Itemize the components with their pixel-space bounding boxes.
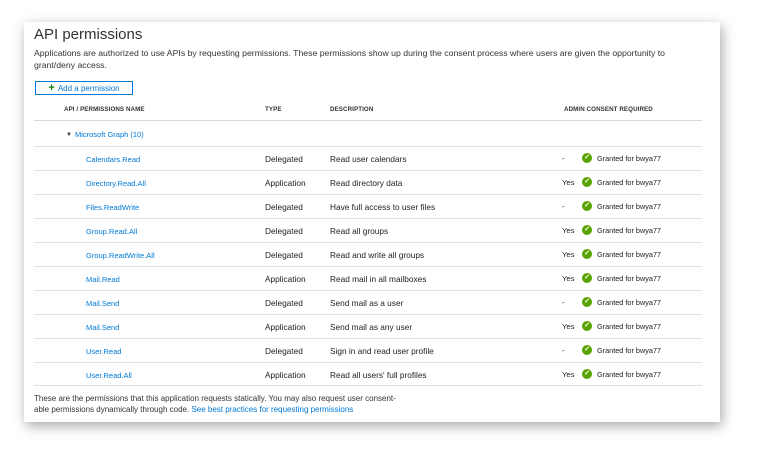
check-circle-icon: ✓ [582, 369, 592, 379]
table-row: Calendars.Read Delegated Read user calenda… [34, 146, 702, 170]
header-type: TYPE [265, 106, 282, 113]
permission-type: Delegated [265, 226, 303, 236]
permission-type: Application [265, 274, 306, 284]
admin-consent-required: Yes [562, 370, 575, 379]
admin-consent-required: Yes [562, 178, 575, 187]
permission-description: Sign in and read user profile [330, 346, 434, 356]
permission-name-link[interactable]: Calendars.Read [86, 155, 140, 164]
permission-description: Send mail as any user [330, 322, 413, 332]
footer-note: These are the permissions that this appl… [34, 393, 454, 415]
permission-description: Read directory data [330, 178, 403, 188]
permission-name-link[interactable]: Group.ReadWrite.All [86, 251, 155, 260]
table-row: Directory.Read.All Application Read direct… [34, 170, 702, 194]
footer-text-line2: able permissions dynamically through cod… [34, 405, 190, 414]
group-microsoft-graph[interactable]: ▼ Microsoft Graph (10) [66, 130, 144, 139]
status-text: Granted for bwya77 [597, 201, 662, 211]
table-row: Files.ReadWrite Delegated Have full access… [34, 194, 702, 218]
permission-description: Read mail in all mailboxes [330, 274, 427, 284]
header-divider [34, 120, 702, 121]
best-practices-link[interactable]: See best practices for requesting permis… [191, 405, 353, 414]
consent-status: ✓ Granted for bwya77 [582, 369, 661, 379]
admin-consent-required: Yes [562, 322, 575, 331]
admin-consent-required: - [562, 346, 565, 355]
permission-name-link[interactable]: Directory.Read.All [86, 179, 146, 188]
permission-type: Delegated [265, 154, 303, 164]
header-name: API / PERMISSIONS NAME [64, 106, 145, 113]
consent-status: ✓ Granted for bwya77 [582, 321, 661, 331]
status-text: Granted for bwya77 [597, 345, 662, 355]
header-admin-consent: ADMIN CONSENT REQUIRED [564, 106, 653, 113]
status-text: Granted for bwya77 [597, 273, 662, 283]
admin-consent-required: - [562, 154, 565, 163]
consent-status: ✓ Granted for bwya77 [582, 273, 661, 283]
plus-icon: + [48, 82, 55, 94]
permission-name-link[interactable]: Files.ReadWrite [86, 203, 139, 212]
intro-text: Applications are authorized to use APIs … [34, 48, 665, 70]
table-row: Group.Read.All Delegated Read all groups Ye… [34, 218, 702, 242]
consent-status: ✓ Granted for bwya77 [582, 345, 661, 355]
admin-consent-required: - [562, 298, 565, 307]
header-description: DESCRIPTION [330, 106, 374, 113]
permission-type: Delegated [265, 250, 303, 260]
status-text: Granted for bwya77 [597, 177, 662, 187]
check-circle-icon: ✓ [582, 273, 592, 283]
check-circle-icon: ✓ [582, 177, 592, 187]
check-circle-icon: ✓ [582, 201, 592, 211]
api-permissions-panel: API permissions Applications are authori… [24, 22, 720, 422]
permission-type: Application [265, 322, 306, 332]
permission-description: Read all groups [330, 226, 389, 236]
permission-type: Application [265, 370, 306, 380]
permission-name-link[interactable]: User.Read.All [86, 371, 132, 380]
consent-status: ✓ Granted for bwya77 [582, 153, 661, 163]
permission-name-link[interactable]: Mail.Send [86, 323, 119, 332]
table-row: Mail.Send Delegated Send mail as a user - ✓ G… [34, 290, 702, 314]
status-text: Granted for bwya77 [597, 369, 662, 379]
check-circle-icon: ✓ [582, 153, 592, 163]
add-permission-button[interactable]: + Add a permission [35, 81, 133, 95]
permission-type: Delegated [265, 346, 303, 356]
add-permission-label: Add a permission [57, 83, 120, 93]
caret-down-icon: ▼ [66, 131, 72, 138]
permission-type: Delegated [265, 298, 303, 308]
admin-consent-required: Yes [562, 274, 575, 283]
permissions-table: Calendars.Read Delegated Read user calenda… [34, 146, 702, 386]
consent-status: ✓ Granted for bwya77 [582, 297, 661, 307]
permission-description: Read and write all groups [330, 250, 425, 260]
permission-description: Have full access to user files [330, 202, 436, 212]
permission-type: Application [265, 178, 306, 188]
admin-consent-required: Yes [562, 250, 575, 259]
check-circle-icon: ✓ [582, 345, 592, 355]
group-label: Microsoft Graph (10) [74, 130, 144, 139]
check-circle-icon: ✓ [582, 321, 592, 331]
consent-status: ✓ Granted for bwya77 [582, 177, 661, 187]
table-row: Group.ReadWrite.All Delegated Read and wri… [34, 242, 702, 266]
consent-status: ✓ Granted for bwya77 [582, 225, 661, 235]
check-circle-icon: ✓ [582, 297, 592, 307]
permission-name-link[interactable]: Mail.Read [86, 275, 120, 284]
status-text: Granted for bwya77 [597, 249, 662, 259]
table-row: User.Read Delegated Sign in and read user … [34, 338, 702, 362]
page-title: API permissions [34, 26, 143, 43]
status-text: Granted for bwya77 [597, 153, 662, 163]
permission-description: Send mail as a user [330, 298, 404, 308]
table-row: Mail.Read Application Read mail in all mai… [34, 266, 702, 290]
footer-text-line1: These are the permissions that this appl… [34, 394, 396, 403]
status-text: Granted for bwya77 [597, 321, 662, 331]
permission-name-link[interactable]: Mail.Send [86, 299, 119, 308]
permission-name-link[interactable]: User.Read [86, 347, 121, 356]
table-row: Mail.Send Application Send mail as any use… [34, 314, 702, 338]
admin-consent-required: - [562, 202, 565, 211]
check-circle-icon: ✓ [582, 225, 592, 235]
table-row: User.Read.All Application Read all users' … [34, 362, 702, 386]
check-circle-icon: ✓ [582, 249, 592, 259]
status-text: Granted for bwya77 [597, 225, 662, 235]
permission-name-link[interactable]: Group.Read.All [86, 227, 137, 236]
permission-description: Read user calendars [330, 154, 407, 164]
admin-consent-required: Yes [562, 226, 575, 235]
consent-status: ✓ Granted for bwya77 [582, 201, 661, 211]
permission-description: Read all users' full profiles [330, 370, 427, 380]
status-text: Granted for bwya77 [597, 297, 662, 307]
consent-status: ✓ Granted for bwya77 [582, 249, 661, 259]
permission-type: Delegated [265, 202, 303, 212]
